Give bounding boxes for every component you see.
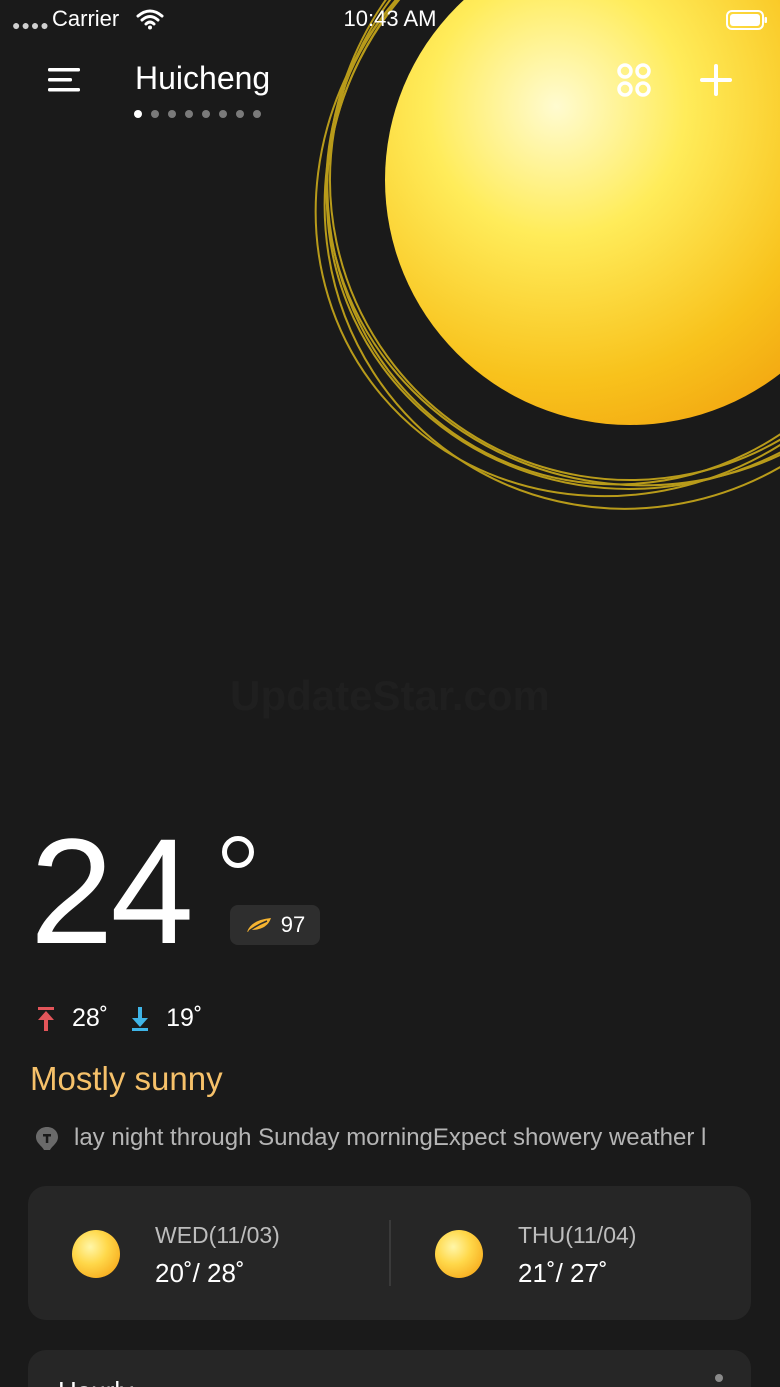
menu-icon[interactable] <box>46 66 82 94</box>
city-name[interactable]: Huicheng <box>135 60 270 97</box>
location-page-indicator <box>134 110 261 118</box>
forecast-day-label: WED(11/03) <box>155 1222 280 1248</box>
page-dot <box>219 110 227 118</box>
low-temp: 19˚ <box>166 1004 203 1032</box>
status-bar: ●●●● Carrier 10:43 AM <box>0 0 780 40</box>
arrow-up-icon <box>38 1006 54 1031</box>
battery-icon <box>726 10 767 30</box>
forecast-day-range: 21˚/ 27˚ <box>518 1258 608 1288</box>
page-dot <box>134 110 142 118</box>
add-city-icon[interactable] <box>698 62 734 98</box>
hourly-title: Hourly <box>58 1376 133 1387</box>
degree-symbol <box>222 836 254 868</box>
alert-text: lay night through Sunday morningExpect s… <box>74 1124 707 1151</box>
aqi-badge[interactable]: 97 <box>230 905 320 945</box>
forecast-day[interactable]: THU(11/04) 21˚/ 27˚ <box>391 1186 731 1320</box>
high-temp: 28˚ <box>72 1004 109 1032</box>
more-dot-icon[interactable] <box>715 1374 723 1382</box>
forecast-day-range: 20˚/ 28˚ <box>155 1258 245 1288</box>
widgets-icon[interactable] <box>616 62 652 98</box>
forecast-day-label: THU(11/04) <box>518 1222 637 1248</box>
page-dot <box>236 110 244 118</box>
high-low-temps: 28˚ 19˚ <box>34 1004 222 1033</box>
leaf-icon <box>246 918 271 932</box>
weather-condition: Mostly sunny <box>30 1060 223 1097</box>
alert-pin-icon <box>36 1127 58 1150</box>
page-dot <box>202 110 210 118</box>
hourly-card[interactable]: Hourly <box>28 1350 751 1387</box>
weather-alert-ticker[interactable]: lay night through Sunday morningExpect s… <box>34 1122 754 1158</box>
aqi-value: 97 <box>280 912 306 937</box>
forecast-day[interactable]: WED(11/03) 20˚/ 28˚ <box>28 1186 368 1320</box>
sun-icon <box>435 1230 483 1278</box>
watermark: UpdateStar.com <box>230 672 550 719</box>
sun-icon <box>72 1230 120 1278</box>
arrow-down-icon <box>132 1006 149 1031</box>
page-dot <box>253 110 261 118</box>
page-dot <box>185 110 193 118</box>
status-time: 10:43 AM <box>343 6 437 31</box>
forecast-card[interactable]: WED(11/03) 20˚/ 28˚ THU(11/04) 21˚/ 27˚ <box>28 1186 751 1320</box>
weather-screen: ●●●● Carrier 10:43 AM Huicheng UpdateSta… <box>0 0 780 1387</box>
page-dot <box>168 110 176 118</box>
page-dot <box>151 110 159 118</box>
current-temperature: 24 <box>30 807 194 975</box>
